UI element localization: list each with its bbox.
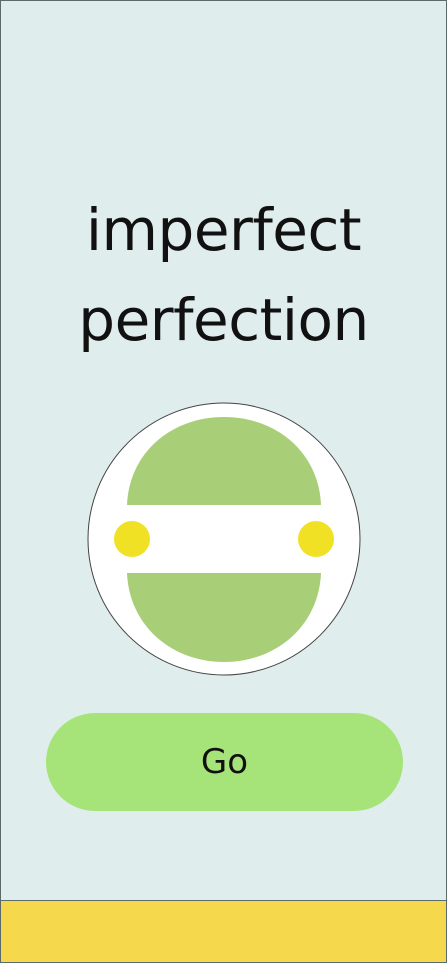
circle-emblem-icon — [87, 402, 361, 676]
app-title: imperfect perfection — [1, 186, 446, 366]
bottom-bar — [1, 900, 446, 962]
go-button[interactable]: Go — [46, 713, 403, 811]
app-screen: imperfect perfection Go — [0, 0, 447, 963]
title-line-2: perfection — [78, 285, 369, 354]
title-line-1: imperfect — [85, 196, 362, 264]
